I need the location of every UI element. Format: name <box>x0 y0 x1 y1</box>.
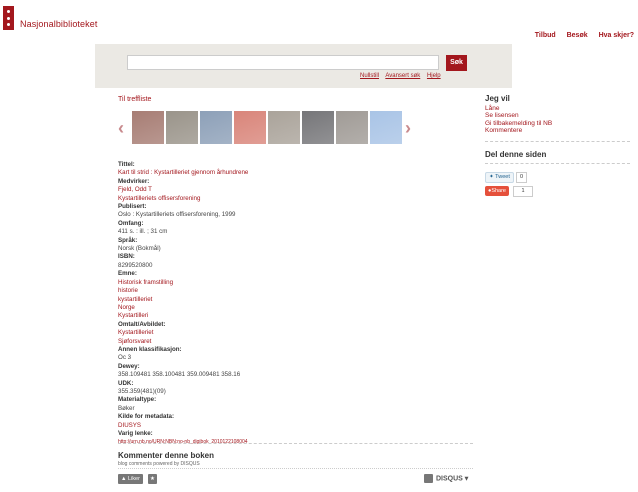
logo-text[interactable]: Nasjonalbiblioteket <box>20 19 97 29</box>
chevron-left-icon[interactable]: ‹ <box>118 119 124 137</box>
back-to-results-link[interactable]: Til treffliste <box>118 96 151 103</box>
field-value: 411 s. : ill. ; 31 cm <box>118 228 168 236</box>
field-label: ISBN: <box>118 253 135 261</box>
book-cover-thumbnail[interactable] <box>268 111 300 144</box>
search-band: Søk Nullstill Avansert søk Hjelp <box>95 44 512 88</box>
field-value[interactable]: Sjøforsvaret <box>118 338 398 346</box>
field-label: UDK: <box>118 379 134 387</box>
field-label: Omtalt/Avbildet: <box>118 320 166 328</box>
like-button[interactable]: ▲ Liker <box>118 474 143 484</box>
field-value[interactable]: kystartilleriet <box>118 296 398 304</box>
book-cover-thumbnail[interactable] <box>370 111 402 144</box>
field-value[interactable]: Historisk framstilling <box>118 279 398 287</box>
field-label: Varig lenke: <box>118 430 153 437</box>
disqus-menu[interactable]: DISQUS ▾ <box>424 474 468 484</box>
book-cover-thumbnail[interactable] <box>132 111 164 144</box>
share-count: 1 <box>513 186 533 197</box>
field-value: Bøker <box>118 404 135 412</box>
field-label: Materialtype: <box>118 396 157 404</box>
divider <box>118 468 473 469</box>
chevron-right-icon[interactable]: › <box>405 119 411 137</box>
thumbs-up-icon: ▲ <box>121 476 127 482</box>
tweet-count: 0 <box>516 172 527 183</box>
search-input[interactable] <box>127 55 439 70</box>
jeg-vil-title: Jeg vil <box>485 94 510 103</box>
comments-title: Kommenter denne boken <box>118 451 215 460</box>
logo-icon[interactable] <box>3 6 14 30</box>
field-value[interactable]: Kystartilleriet <box>118 329 398 337</box>
comments-powered-by[interactable]: blog comments powered by DISQUS <box>118 461 200 467</box>
field-value: Oslo : Kystartilleriets offisersforening… <box>118 211 236 219</box>
thumbnail-carousel: ‹ › <box>118 111 418 145</box>
field-value: 358.109481 358.100481 359.009481 358.16 <box>118 371 241 379</box>
field-label: Kilde for metadata: <box>118 413 175 421</box>
side-link-license[interactable]: Se lisensen <box>485 112 630 119</box>
side-link-lane[interactable]: Låne <box>485 105 630 112</box>
book-cover-thumbnail[interactable] <box>234 111 266 144</box>
nav-besok[interactable]: Besøk <box>567 32 588 39</box>
field-label: Emne: <box>118 270 137 278</box>
field-label: Dewey: <box>118 362 140 370</box>
reset-link[interactable]: Nullstill <box>360 73 379 79</box>
field-label: Medvirker: <box>118 177 150 185</box>
chevron-down-icon: ▾ <box>464 475 469 483</box>
star-button[interactable]: ★ <box>148 474 157 484</box>
field-label: Annen klassifikasjon: <box>118 345 182 353</box>
side-link-feedback[interactable]: Gi tilbakemelding til NB <box>485 120 630 127</box>
star-icon: ★ <box>150 476 155 482</box>
search-links: Nullstill Avansert søk Hjelp <box>360 73 446 79</box>
divider <box>485 140 630 142</box>
book-cover-thumbnail[interactable] <box>302 111 334 144</box>
site-header: Nasjonalbiblioteket Tilbud Besøk Hva skj… <box>0 0 638 44</box>
field-value: Norsk (Bokmål) <box>118 245 161 253</box>
record-details: Tittel: Kart til strid : Kystartilleriet … <box>118 161 398 447</box>
field-value[interactable]: historie <box>118 287 398 295</box>
nav-tilbud[interactable]: Tilbud <box>535 32 556 39</box>
share-button[interactable]: ●Share <box>485 186 509 196</box>
field-value[interactable]: Kystartilleri <box>118 312 398 320</box>
share-title: Del denne siden <box>485 149 547 159</box>
top-nav: Tilbud Besøk Hva skjer? <box>526 32 634 39</box>
field-label: Omfang: <box>118 219 144 227</box>
advanced-search-link[interactable]: Avansert søk <box>385 73 420 79</box>
user-icon <box>424 474 433 483</box>
divider <box>485 162 630 164</box>
search-button[interactable]: Søk <box>446 55 467 71</box>
twitter-icon: ✦ <box>489 174 494 180</box>
divider <box>118 443 473 444</box>
field-value[interactable]: Norge <box>118 304 398 312</box>
nav-hva-skjer[interactable]: Hva skjer? <box>599 32 634 39</box>
tweet-button[interactable]: ✦ Tweet <box>485 172 514 183</box>
field-value[interactable]: Kystartilleriets offisersforening <box>118 195 398 203</box>
field-value[interactable]: Fjeld, Odd T <box>118 186 398 194</box>
book-cover-thumbnail[interactable] <box>166 111 198 144</box>
field-value[interactable]: DIUSYS <box>118 422 398 430</box>
field-label: Språk: <box>118 236 138 244</box>
side-panel: Jeg vil Låne Se lisensen Gi tilbakemeldi… <box>485 94 630 172</box>
side-link-comment[interactable]: Kommentere <box>485 127 630 134</box>
book-cover-thumbnail[interactable] <box>200 111 232 144</box>
field-value: 8299520800 <box>118 261 153 269</box>
book-cover-thumbnail[interactable] <box>336 111 368 144</box>
field-label: Publisert: <box>118 203 147 211</box>
field-value[interactable]: Kart til strid : Kystartilleriet gjennom… <box>118 169 398 177</box>
field-value: Oc 3 <box>118 354 132 362</box>
field-label: Tittel: <box>118 161 135 168</box>
field-value: 355.359(481)(09) <box>118 387 166 395</box>
help-link[interactable]: Hjelp <box>427 73 441 79</box>
